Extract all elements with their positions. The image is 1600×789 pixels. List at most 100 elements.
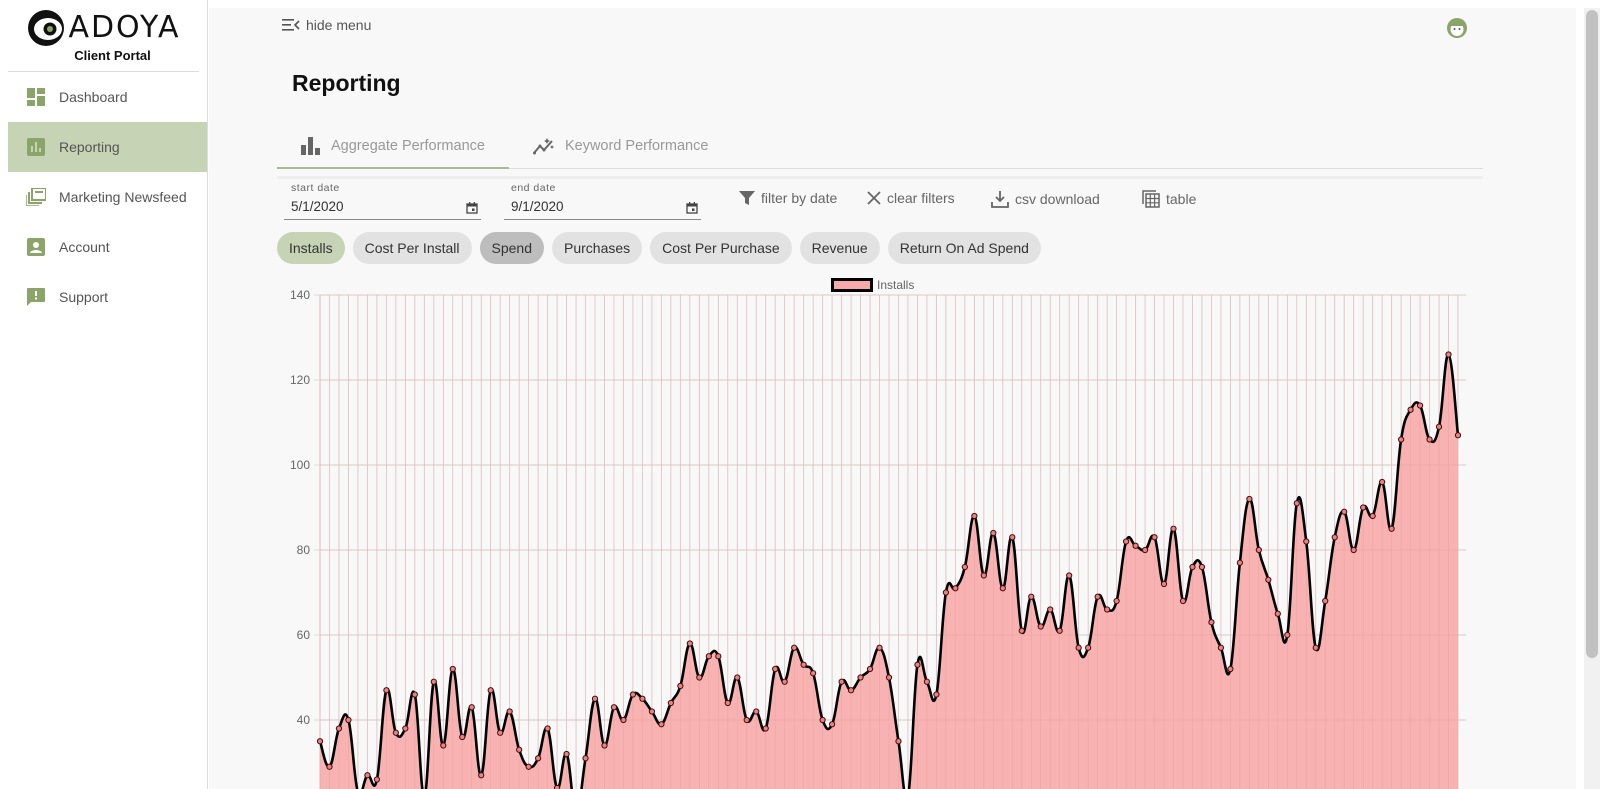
data-point-installs (762, 725, 769, 732)
data-point-installs (1284, 631, 1291, 639)
data-point-installs (942, 589, 950, 596)
y-tick-label: 140 (290, 288, 310, 302)
data-point-installs (677, 682, 684, 690)
data-point-installs (516, 746, 523, 753)
data-point-installs (1056, 627, 1063, 634)
data-point-installs (326, 763, 333, 770)
menu-collapse-icon (282, 19, 300, 31)
sidebar-item-support[interactable]: Support (8, 272, 207, 322)
data-point-installs (411, 691, 418, 698)
data-point-installs (639, 695, 646, 702)
start-date-field[interactable]: start date 5/1/2020 (284, 182, 481, 220)
calendar-icon[interactable] (686, 202, 698, 214)
data-point-installs (1018, 627, 1025, 634)
calendar-icon[interactable] (466, 202, 478, 214)
data-point-installs (819, 716, 826, 724)
data-point-installs (1066, 572, 1073, 579)
tab-aggregate-performance[interactable]: Aggregate Performance (277, 124, 509, 169)
filter-icon (739, 191, 755, 205)
data-point-installs (866, 665, 874, 673)
data-point-installs (990, 529, 997, 537)
data-point-installs (753, 708, 760, 715)
csv-download-label: csv download (1015, 191, 1100, 207)
data-point-installs (847, 687, 855, 694)
eye-logo-icon (28, 10, 65, 46)
y-tick-label: 120 (290, 373, 310, 387)
data-point-installs (696, 674, 703, 681)
filter-by-date-button[interactable]: filter by date (739, 190, 837, 206)
data-point-installs (1369, 512, 1376, 520)
data-point-installs (506, 708, 513, 715)
scrollbar[interactable] (1584, 8, 1600, 789)
data-point-installs (1454, 432, 1462, 439)
metric-chip-purchases[interactable]: Purchases (552, 232, 643, 264)
main-content: hide menu Reporting Aggregate Performanc… (209, 8, 1576, 789)
clear-filters-button[interactable]: clear filters (867, 190, 955, 206)
hide-menu-button[interactable]: hide menu (282, 17, 371, 33)
installs-chart: Installs 40 60 80 100 120 140 (269, 270, 1489, 789)
csv-download-button[interactable]: csv download (991, 190, 1100, 208)
data-point-installs (1085, 644, 1092, 651)
user-avatar-icon[interactable] (1446, 17, 1468, 39)
metric-chip-spend[interactable]: Spend (479, 232, 544, 264)
data-point-installs (734, 674, 741, 681)
sidebar-item-label: Marketing Newsfeed (59, 189, 187, 205)
sidebar-item-dashboard[interactable]: Dashboard (8, 72, 207, 122)
data-point-installs (392, 729, 399, 736)
metric-chip-return-on-ad-spend[interactable]: Return On Ad Spend (887, 232, 1041, 264)
data-point-installs (1331, 534, 1338, 541)
chart-canvas: 40 60 80 100 120 140 (290, 288, 1466, 789)
end-date-field[interactable]: end date 9/1/2020 (504, 182, 701, 220)
data-point-installs (857, 674, 864, 681)
data-point-installs (497, 729, 504, 736)
data-point-installs (1265, 576, 1272, 583)
end-date-label: end date (511, 182, 556, 194)
data-point-installs (686, 640, 693, 647)
metric-chip-cost-per-install[interactable]: Cost Per Install (352, 232, 472, 264)
data-point-installs (1047, 606, 1054, 613)
sidebar-item-account[interactable]: Account (8, 222, 207, 272)
data-point-installs (1255, 546, 1262, 554)
table-view-button[interactable]: table (1142, 190, 1196, 208)
data-point-installs (895, 738, 902, 745)
sidebar-item-label: Reporting (59, 139, 120, 155)
data-point-installs (724, 699, 731, 707)
metric-chip-revenue[interactable]: Revenue (799, 232, 880, 264)
data-point-installs (1104, 606, 1111, 613)
data-point-installs (1236, 559, 1243, 566)
brand-name: ADOYA (68, 10, 181, 45)
data-point-installs (658, 721, 665, 728)
data-point-installs (1217, 644, 1225, 651)
data-point-installs (553, 784, 561, 789)
data-point-installs (487, 687, 494, 694)
data-point-installs (1426, 436, 1433, 443)
newsfeed-icon (26, 187, 46, 207)
filter-bar: start date 5/1/2020 end date 9/1/2020 fi… (277, 176, 1483, 220)
account-icon (26, 237, 46, 257)
start-date-label: start date (291, 182, 340, 194)
metric-chips: Installs Cost Per Install Spend Purchase… (277, 232, 1049, 264)
data-point-installs (667, 699, 674, 707)
bar-chart-icon (301, 136, 320, 155)
download-icon (991, 191, 1009, 208)
data-point-installs (1341, 508, 1348, 515)
y-tick-label: 100 (290, 458, 310, 472)
data-point-installs (402, 725, 409, 732)
scrollbar-thumb[interactable] (1586, 10, 1598, 658)
data-point-installs (591, 695, 599, 702)
sidebar-item-marketing-newsfeed[interactable]: Marketing Newsfeed (8, 172, 207, 222)
metric-chip-installs[interactable]: Installs (277, 232, 345, 264)
data-point-installs (1122, 538, 1130, 545)
sidebar-item-reporting[interactable]: Reporting (8, 122, 207, 172)
tab-label: Aggregate Performance (331, 137, 485, 154)
metric-chip-cost-per-purchase[interactable]: Cost Per Purchase (650, 232, 792, 264)
sidebar-nav: Dashboard Reporting Marketing Newsfeed A… (0, 72, 207, 322)
brand-logo[interactable]: ADOYA Client Portal (8, 0, 199, 72)
data-point-installs (1075, 644, 1082, 651)
tab-keyword-performance[interactable]: Keyword Performance (509, 124, 732, 168)
data-point-installs (838, 678, 845, 685)
end-date-value: 9/1/2020 (511, 199, 564, 214)
data-point-installs (345, 716, 352, 724)
data-point-installs (1303, 538, 1310, 545)
data-point-installs (952, 585, 959, 592)
